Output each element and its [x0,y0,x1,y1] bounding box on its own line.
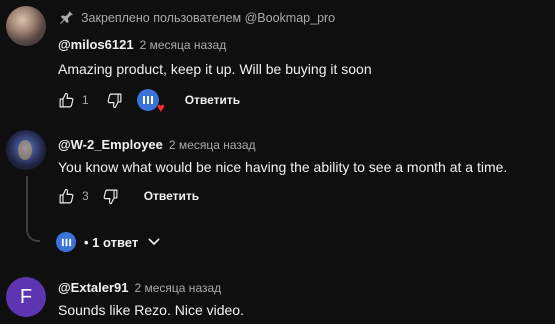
like-count: 1 [82,93,89,107]
comment-time[interactable]: 2 месяца назад [169,138,256,152]
avatar[interactable]: F [6,277,46,317]
replies-toggle[interactable]: • 1 ответ [56,231,162,253]
avatar-letter: F [19,285,33,308]
comment-text: Sounds like Rezo. Nice video. [58,302,244,318]
pin-icon [58,9,75,26]
pinned-text: Закреплено пользователем @Bookmap_pro [81,10,336,25]
comment-author[interactable]: @Extaler91 [58,280,129,295]
comment-time[interactable]: 2 месяца назад [140,38,227,52]
like-button[interactable] [58,188,75,205]
reply-button[interactable]: Ответить [144,189,199,203]
avatar[interactable] [6,6,46,46]
like-button[interactable] [58,92,75,109]
comment-time[interactable]: 2 месяца назад [135,281,222,295]
dislike-button[interactable] [106,92,123,109]
heart-icon: ♥ [156,100,165,115]
reply-button[interactable]: Ответить [185,93,240,107]
comment-text: Amazing product, keep it up. Will be buy… [58,61,372,77]
comment-author[interactable]: @milos6121 [58,37,134,52]
replies-count-label[interactable]: • 1 ответ [84,235,138,250]
comment-author[interactable]: @W-2_Employee [58,137,163,152]
comment-text: You know what would be nice having the a… [58,159,508,175]
like-count: 3 [82,189,89,203]
dislike-button[interactable] [102,188,119,205]
creator-heart-badge[interactable]: ♥ [136,89,165,114]
pinned-label: Закреплено пользователем @Bookmap_pro [58,9,335,26]
avatar[interactable] [6,130,46,170]
creator-avatar [56,232,76,252]
chevron-down-icon[interactable] [146,234,162,250]
thread-connector [26,176,40,242]
creator-avatar [136,89,159,111]
